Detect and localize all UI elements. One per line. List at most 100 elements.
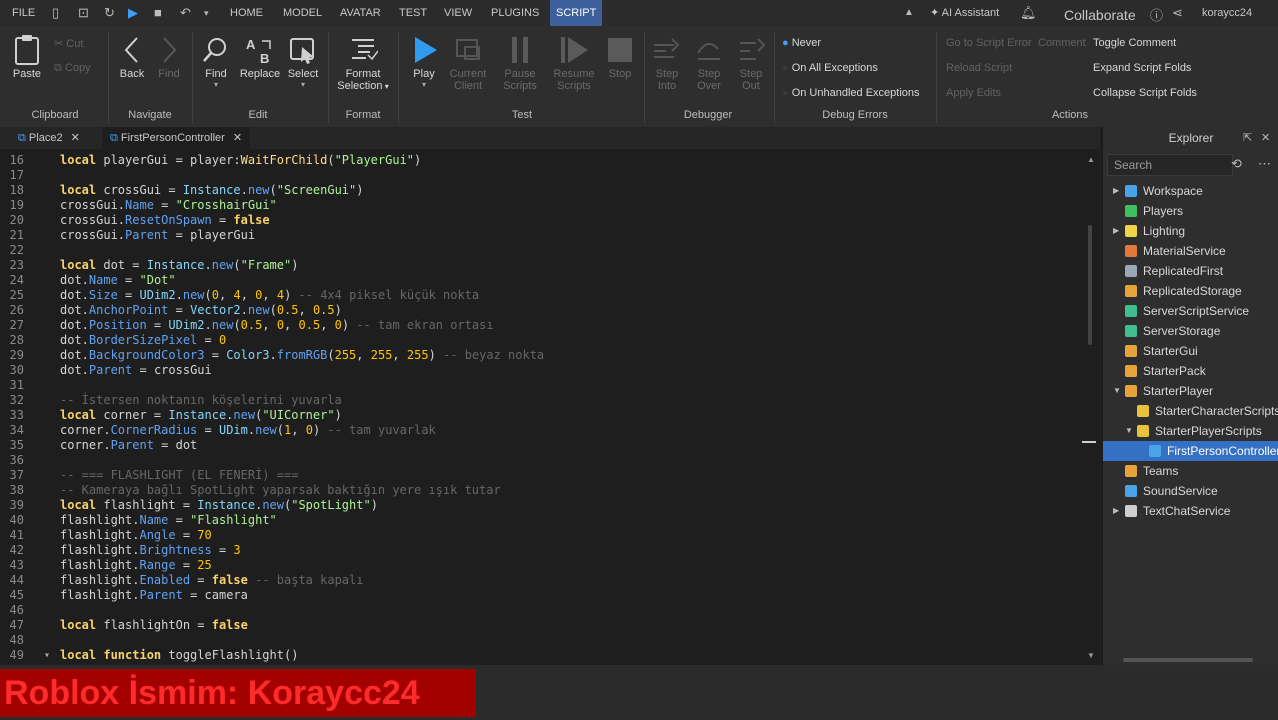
step-into-button[interactable]: Step Into bbox=[648, 32, 686, 92]
code-line[interactable]: 30 dot.Parent = crossGui bbox=[0, 363, 1080, 378]
code-editor[interactable]: 16 local playerGui = player:WaitForChild(… bbox=[0, 149, 1100, 665]
code-line[interactable]: 47 local flashlightOn = false bbox=[0, 618, 1080, 633]
select-button[interactable]: Select ▾ bbox=[284, 32, 322, 89]
copy-button[interactable]: ⧉ Copy bbox=[54, 62, 91, 75]
pause-scripts-button[interactable]: Pause Scripts bbox=[498, 32, 542, 92]
comment-button[interactable]: Comment bbox=[1038, 37, 1086, 49]
close-icon[interactable]: ✕ bbox=[71, 132, 80, 144]
replace-button[interactable]: AB Replace bbox=[238, 32, 282, 80]
share-icon[interactable]: ⋖ bbox=[1172, 5, 1183, 21]
code-text[interactable]: flashlight.Range = 25 bbox=[60, 558, 212, 573]
code-line[interactable]: 38 -- Kameraya bağlı SpotLight yaparsak b… bbox=[0, 483, 1080, 498]
tab-view[interactable]: VIEW bbox=[444, 0, 472, 26]
refresh-icon[interactable]: ↻ bbox=[104, 5, 115, 21]
code-line[interactable]: 18 local crossGui = Instance.new("ScreenG… bbox=[0, 183, 1080, 198]
radio-all-exceptions[interactable]: ● On All Exceptions bbox=[782, 62, 878, 74]
tab-firstpersoncontroller[interactable]: ⧉ FirstPersonController ✕ bbox=[102, 127, 251, 149]
code-line[interactable]: 28 dot.BorderSizePixel = 0 bbox=[0, 333, 1080, 348]
explorer-item-starterpack[interactable]: StarterPack bbox=[1103, 361, 1278, 381]
fold-arrow-icon[interactable]: ▾ bbox=[44, 648, 50, 663]
code-text[interactable]: -- === FLASHLIGHT (EL FENERİ) === bbox=[60, 468, 298, 483]
radio-unhandled-exceptions[interactable]: ● On Unhandled Exceptions bbox=[782, 87, 920, 99]
paste-button[interactable]: Paste bbox=[6, 32, 48, 80]
code-line[interactable]: 29 dot.BackgroundColor3 = Color3.fromRGB(… bbox=[0, 348, 1080, 363]
forward-button[interactable]: Find bbox=[154, 32, 184, 80]
collapse-script-folds-button[interactable]: Collapse Script Folds bbox=[1093, 87, 1197, 99]
popout-icon[interactable]: ⇱ bbox=[1243, 131, 1252, 144]
expand-right-icon[interactable]: ▶ bbox=[1113, 221, 1119, 241]
step-over-button[interactable]: Step Over bbox=[690, 32, 728, 92]
code-text[interactable]: flashlight.Enabled = false -- başta kapa… bbox=[60, 573, 363, 588]
code-line[interactable]: 34 corner.CornerRadius = UDim.new(1, 0) -… bbox=[0, 423, 1080, 438]
code-text[interactable]: local dot = Instance.new("Frame") bbox=[60, 258, 298, 273]
code-line[interactable]: 41 flashlight.Angle = 70 bbox=[0, 528, 1080, 543]
scroll-thumb[interactable] bbox=[1088, 225, 1092, 345]
more-icon[interactable]: ⋯ bbox=[1258, 156, 1271, 172]
code-line[interactable]: 49 local function toggleFlashlight() ▾ bbox=[0, 648, 1080, 663]
editor-scrollbar[interactable]: ▲ ▼ bbox=[1082, 155, 1096, 665]
expand-script-folds-button[interactable]: Expand Script Folds bbox=[1093, 62, 1191, 74]
code-text[interactable]: local crossGui = Instance.new("ScreenGui… bbox=[60, 183, 364, 198]
chevron-down-icon[interactable]: ▾ bbox=[204, 8, 209, 19]
code-line[interactable]: 32 -- İstersen noktanın köşelerini yuvarl… bbox=[0, 393, 1080, 408]
expand-down-icon[interactable]: ▼ bbox=[1125, 421, 1133, 441]
explorer-item-startergui[interactable]: StarterGui bbox=[1103, 341, 1278, 361]
code-text[interactable]: -- Kameraya bağlı SpotLight yaparsak bak… bbox=[60, 483, 501, 498]
ai-assistant-button[interactable]: ✦ AI Assistant bbox=[930, 0, 999, 26]
collaborate-button[interactable]: Collaborate bbox=[1064, 2, 1136, 28]
help-icon[interactable]: ⓘ bbox=[1150, 5, 1163, 24]
code-line[interactable]: 24 dot.Name = "Dot" bbox=[0, 273, 1080, 288]
history-icon[interactable]: ⟲ bbox=[1231, 156, 1242, 172]
current-client-button[interactable]: Current Client bbox=[446, 32, 490, 92]
code-line[interactable]: 22 bbox=[0, 243, 1080, 258]
code-text[interactable]: flashlight.Angle = 70 bbox=[60, 528, 212, 543]
stop-button[interactable]: Stop bbox=[602, 32, 638, 80]
code-text[interactable]: dot.Position = UDim2.new(0.5, 0, 0.5, 0)… bbox=[60, 318, 494, 333]
code-line[interactable]: 45 flashlight.Parent = camera bbox=[0, 588, 1080, 603]
code-text[interactable]: dot.AnchorPoint = Vector2.new(0.5, 0.5) bbox=[60, 303, 342, 318]
explorer-item-serverstorage[interactable]: ServerStorage bbox=[1103, 321, 1278, 341]
code-line[interactable]: 44 flashlight.Enabled = false -- başta ka… bbox=[0, 573, 1080, 588]
code-line[interactable]: 46 bbox=[0, 603, 1080, 618]
explorer-item-starterplayer[interactable]: ▼ StarterPlayer bbox=[1103, 381, 1278, 401]
apply-edits-button[interactable]: Apply Edits bbox=[946, 87, 1001, 99]
code-text[interactable]: dot.Size = UDim2.new(0, 4, 0, 4) -- 4x4 … bbox=[60, 288, 479, 303]
expand-down-icon[interactable]: ▼ bbox=[1113, 381, 1121, 401]
code-text[interactable]: corner.CornerRadius = UDim.new(1, 0) -- … bbox=[60, 423, 436, 438]
code-line[interactable]: 35 corner.Parent = dot bbox=[0, 438, 1080, 453]
scroll-down-icon[interactable]: ▼ bbox=[1087, 651, 1095, 660]
code-line[interactable]: 43 flashlight.Range = 25 bbox=[0, 558, 1080, 573]
explorer-item-materialservice[interactable]: MaterialService bbox=[1103, 241, 1278, 261]
bell-icon[interactable]: 🔔︎ bbox=[1020, 5, 1037, 21]
goto-script-error-button[interactable]: Go to Script Error bbox=[946, 37, 1032, 49]
code-text[interactable]: local flashlightOn = false bbox=[60, 618, 248, 633]
find-button[interactable]: Find ▾ bbox=[198, 32, 234, 89]
code-text[interactable]: crossGui.ResetOnSpawn = false bbox=[60, 213, 270, 228]
code-text[interactable]: flashlight.Parent = camera bbox=[60, 588, 248, 603]
explorer-item-firstpersoncontroller[interactable]: FirstPersonController bbox=[1103, 441, 1278, 461]
expand-right-icon[interactable]: ▶ bbox=[1113, 181, 1119, 201]
explorer-item-replicatedfirst[interactable]: ReplicatedFirst bbox=[1103, 261, 1278, 281]
step-out-button[interactable]: Step Out bbox=[732, 32, 770, 92]
code-line[interactable]: 42 flashlight.Brightness = 3 bbox=[0, 543, 1080, 558]
tab-place2[interactable]: ⧉ Place2 ✕ bbox=[10, 127, 88, 149]
play-button[interactable]: Play ▾ bbox=[404, 32, 444, 89]
code-line[interactable]: 21 crossGui.Parent = playerGui bbox=[0, 228, 1080, 243]
horizontal-scroll-thumb[interactable] bbox=[1123, 658, 1253, 662]
tab-avatar[interactable]: AVATAR bbox=[340, 0, 381, 26]
code-line[interactable]: 33 local corner = Instance.new("UICorner"… bbox=[0, 408, 1080, 423]
scroll-up-icon[interactable]: ▲ bbox=[1087, 155, 1095, 164]
code-line[interactable]: 16 local playerGui = player:WaitForChild(… bbox=[0, 153, 1080, 168]
code-line[interactable]: 25 dot.Size = UDim2.new(0, 4, 0, 4) -- 4x… bbox=[0, 288, 1080, 303]
resume-scripts-button[interactable]: Resume Scripts bbox=[550, 32, 598, 92]
expand-right-icon[interactable]: ▶ bbox=[1113, 501, 1119, 521]
code-text[interactable]: dot.Name = "Dot" bbox=[60, 273, 176, 288]
explorer-item-teams[interactable]: Teams bbox=[1103, 461, 1278, 481]
file-menu[interactable]: FILE bbox=[12, 0, 35, 26]
tab-script[interactable]: SCRIPT bbox=[550, 0, 603, 26]
code-text[interactable]: -- İstersen noktanın köşelerini yuvarla bbox=[60, 393, 342, 408]
code-text[interactable]: local flashlight = Instance.new("SpotLig… bbox=[60, 498, 378, 513]
undo-icon[interactable]: ↶ bbox=[180, 5, 191, 21]
explorer-item-serverscriptservice[interactable]: ServerScriptService bbox=[1103, 301, 1278, 321]
code-line[interactable]: 37 -- === FLASHLIGHT (EL FENERİ) === bbox=[0, 468, 1080, 483]
